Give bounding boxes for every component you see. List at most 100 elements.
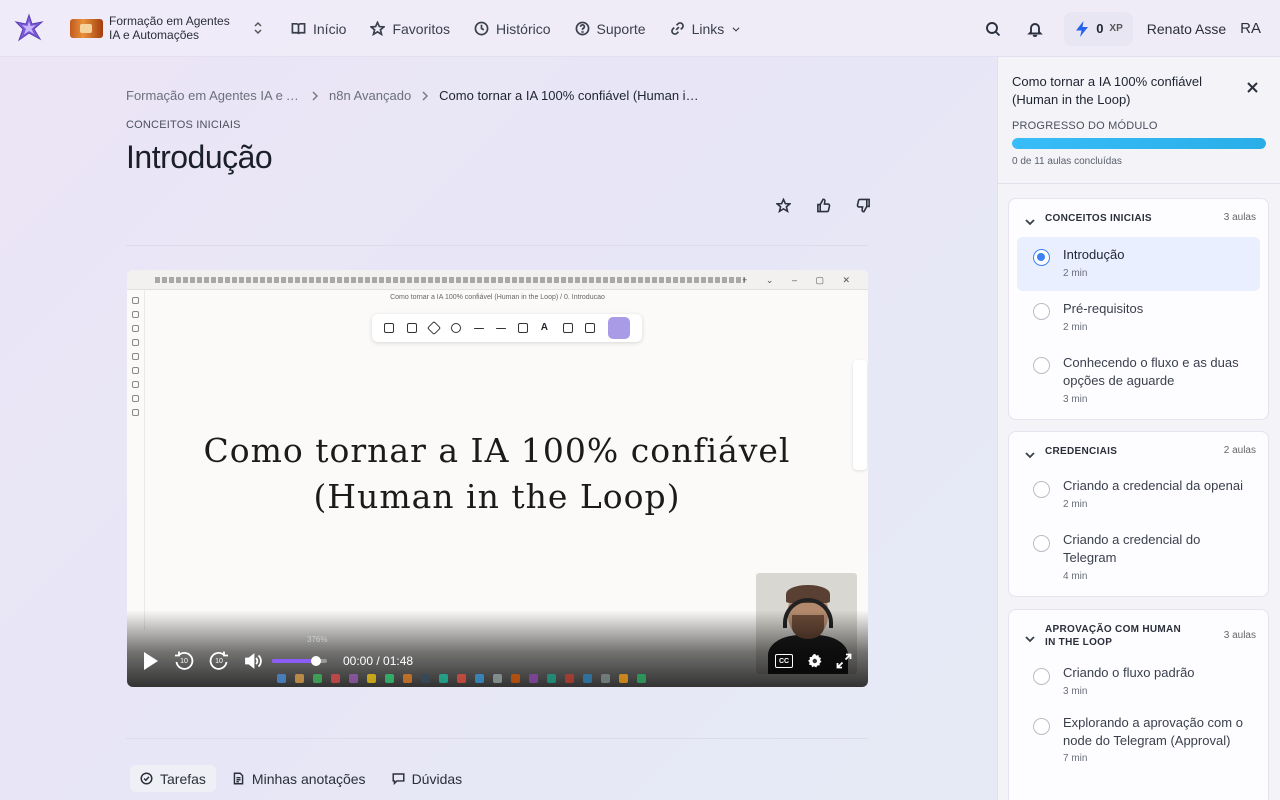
notifications-button[interactable] [1014, 8, 1056, 50]
module-header[interactable]: CREDENCIAIS 2 aulas [1009, 432, 1268, 470]
nav-links[interactable]: Links [670, 21, 742, 37]
module-progress-bar [1012, 138, 1266, 149]
module-name: CONCEITOS INICIAIS [1045, 213, 1152, 224]
bell-icon [1027, 22, 1043, 37]
captions-button[interactable]: CC [775, 654, 793, 668]
module-card: CONCEITOS INICIAIS 3 aulas Introdução 2 … [1008, 198, 1269, 420]
lesson-item[interactable]: Conhecendo o fluxo e as duas opções de a… [1017, 345, 1260, 413]
chevron-right-icon [312, 91, 318, 100]
breadcrumb-current: Como tornar a IA 100% confiável (Human i… [439, 88, 704, 103]
gear-icon [808, 653, 822, 668]
clock-icon [474, 21, 489, 36]
chevron-down-icon [1025, 636, 1035, 643]
module-header[interactable]: APROVAÇÃO COM HUMAN IN THE LOOP 3 aulas [1009, 610, 1268, 656]
module-lesson-count: 2 aulas [1223, 445, 1256, 456]
module-name: APROVAÇÃO COM HUMAN IN THE LOOP [1045, 624, 1182, 648]
lesson-title: Explorando a aprovação com o node do Tel… [1063, 715, 1243, 748]
play-button[interactable] [140, 649, 160, 673]
page-title: Introdução [126, 139, 273, 175]
top-bar: Formação em Agentes IA e Automações Iníc… [0, 0, 1280, 57]
chevron-down-icon [732, 26, 740, 32]
lesson-item[interactable]: Criando a credencial da openai 2 min [1017, 470, 1260, 524]
xp-value: 0 [1096, 21, 1104, 36]
thumbs-up-icon [816, 198, 830, 212]
tab-tarefas[interactable]: Tarefas [130, 765, 216, 792]
lesson-item[interactable]: Criando o fluxo padrão 3 min [1017, 656, 1260, 706]
user-name[interactable]: Renato Asse [1147, 21, 1226, 37]
notes-icon [233, 772, 244, 785]
panel-header: Como tornar a IA 100% confiável (Human i… [998, 57, 1280, 184]
nav-label: Histórico [496, 20, 551, 37]
logo-icon[interactable] [14, 13, 44, 43]
breadcrumb-course[interactable]: Formação em Agentes IA e Automações [126, 88, 301, 103]
lesson-item[interactable]: Introdução 2 min [1017, 237, 1260, 291]
settings-button[interactable] [807, 653, 823, 669]
avatar[interactable]: RA [1240, 20, 1261, 37]
help-circle-icon [575, 21, 589, 36]
close-panel-button[interactable] [1242, 77, 1262, 97]
nav-inicio[interactable]: Início [291, 21, 346, 37]
lesson-actions [770, 192, 876, 218]
dislike-button[interactable] [850, 192, 876, 218]
video-controls: 10 10 00:00 / 01:48 CC [127, 646, 868, 676]
video-headline: Como tornar a IA 100% confiável (Human i… [167, 428, 827, 520]
search-button[interactable] [972, 8, 1014, 50]
module-lesson-count: 3 aulas [1223, 212, 1256, 223]
nav-historico[interactable]: Histórico [474, 20, 551, 37]
xp-unit: XP [1109, 23, 1123, 34]
volume-icon [245, 653, 262, 669]
lesson-item[interactable]: Explorando a aprovação com o node do Tel… [1017, 706, 1260, 774]
tab-minhas-anotacoes[interactable]: Minhas anotações [222, 765, 376, 792]
like-button[interactable] [810, 192, 836, 218]
nav-label: Links [691, 20, 725, 37]
lesson-status-radio [1033, 357, 1050, 374]
close-icon [1246, 81, 1258, 93]
tab-label: Minhas anotações [251, 770, 366, 787]
mute-button[interactable] [243, 651, 263, 671]
xp-badge[interactable]: 0 XP [1064, 11, 1133, 46]
lesson-duration: 3 min [1063, 686, 1088, 697]
video-headline-line2: (Human in the Loop) [313, 477, 681, 516]
video-time: 00:00 / 01:48 [343, 654, 414, 668]
rewind-seconds: 10 [180, 657, 188, 665]
lesson-item[interactable]: Criando a credencial do Telegram 4 min [1017, 524, 1260, 592]
divider [126, 245, 868, 246]
star-icon [775, 197, 791, 213]
course-switcher[interactable]: Formação em Agentes IA e Automações [70, 14, 263, 42]
tab-duvidas[interactable]: Dúvidas [382, 765, 473, 792]
tab-label: Dúvidas [411, 770, 463, 787]
forward-10-button[interactable]: 10 [208, 650, 230, 672]
lesson-status-radio [1033, 668, 1050, 685]
lesson-duration: 7 min [1063, 753, 1088, 764]
link-icon [670, 22, 684, 35]
course-name: Formação em Agentes IA e Automações [109, 14, 230, 42]
rewind-10-button[interactable]: 10 [173, 650, 195, 672]
favorite-button[interactable] [770, 192, 796, 218]
lesson-item[interactable]: Pré-requisitos 2 min [1017, 291, 1260, 345]
module-header[interactable]: CONCEITOS INICIAIS 3 aulas [1009, 199, 1268, 237]
fullscreen-button[interactable] [836, 653, 852, 669]
nav-suporte[interactable]: Suporte [575, 21, 646, 37]
lesson-title: Pré-requisitos [1063, 301, 1144, 316]
module-card: CREDENCIAIS 2 aulas Criando a credencial… [1008, 431, 1269, 597]
breadcrumb: Formação em Agentes IA e Automações n8n … [126, 88, 704, 103]
video-app-sidebar [127, 290, 145, 630]
lesson-duration: 3 min [1063, 394, 1088, 405]
chevron-down-icon [1025, 219, 1035, 226]
lesson-duration: 2 min [1063, 268, 1088, 279]
volume-knob[interactable] [311, 656, 321, 666]
nav-favoritos[interactable]: Favoritos [370, 21, 450, 37]
volume-slider[interactable] [272, 656, 327, 666]
video-tab-title: Como tornar a IA 100% confiável (Human i… [390, 294, 605, 301]
lesson-tabs: Tarefas Minhas anotações Dúvidas [130, 765, 472, 792]
video-browser-tabbar: + ⌄ – ▢ ✕ [127, 270, 868, 290]
video-zoom-readout: 376% [307, 635, 328, 644]
chevron-down-icon [1025, 452, 1035, 459]
module-name: CREDENCIAIS [1045, 446, 1118, 457]
video-drawing-toolbar: A [372, 314, 642, 342]
play-icon [144, 652, 158, 670]
forward-seconds: 10 [215, 657, 223, 665]
progress-text: 0 de 11 aulas concluídas [1012, 156, 1122, 167]
video-player[interactable]: + ⌄ – ▢ ✕ Como tornar a IA 100% confiáve… [127, 270, 868, 687]
breadcrumb-module[interactable]: n8n Avançado [329, 88, 411, 103]
